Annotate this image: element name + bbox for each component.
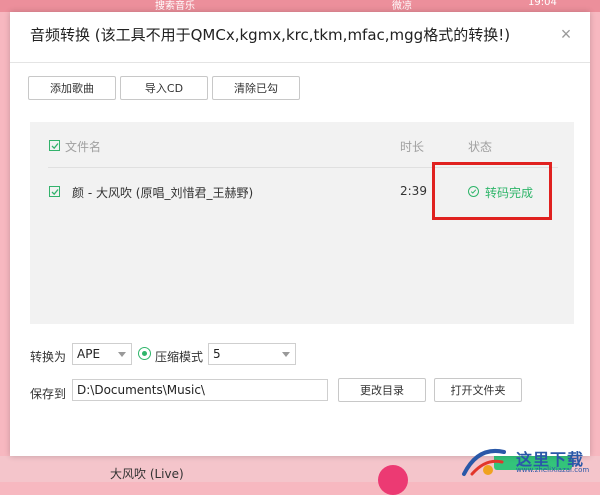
row-duration: 2:39 bbox=[400, 184, 427, 198]
header-filename: 文件名 bbox=[65, 140, 102, 154]
title-divider bbox=[10, 62, 590, 63]
compress-level-select[interactable]: 5 bbox=[208, 343, 296, 365]
row-checkbox[interactable] bbox=[49, 186, 60, 197]
compress-mode-label: 压缩模式 bbox=[155, 350, 204, 364]
select-all-checkbox[interactable] bbox=[49, 140, 60, 151]
check-icon bbox=[51, 143, 59, 150]
row-filename: 颜 - 大风吹 (原唱_刘惜君_王赫野) bbox=[72, 186, 254, 200]
audio-convert-dialog: 音频转换 (该工具不用于QMCx,kgmx,krc,tkm,mfac,mgg格式… bbox=[10, 12, 590, 456]
save-to-label: 保存到 bbox=[30, 387, 67, 401]
watermark-subtext: www.zheliXiazai.com bbox=[516, 466, 590, 474]
status-highlight-box bbox=[432, 162, 552, 220]
format-select-value: APE bbox=[77, 347, 101, 361]
save-path-input[interactable]: D:\Documents\Music\ bbox=[72, 379, 328, 401]
now-playing-title: 大风吹 (Live) bbox=[110, 467, 184, 481]
background-user-text: 微凉 bbox=[392, 1, 412, 12]
add-song-button[interactable]: 添加歌曲 bbox=[28, 76, 116, 100]
convert-to-label: 转换为 bbox=[30, 350, 67, 364]
close-icon[interactable]: × bbox=[556, 24, 576, 44]
header-duration: 时长 bbox=[400, 140, 425, 154]
background-play-button bbox=[378, 465, 408, 495]
background-time-text: 19:04 bbox=[528, 0, 557, 8]
background-search-text: 搜索音乐 bbox=[155, 1, 195, 12]
chevron-down-icon bbox=[118, 352, 126, 357]
change-dir-button[interactable]: 更改目录 bbox=[338, 378, 426, 402]
compress-level-value: 5 bbox=[213, 347, 221, 361]
file-list: 文件名 时长 状态 颜 - 大风吹 (原唱_刘惜君_王赫野) 2:39 转码完成 bbox=[30, 122, 574, 324]
check-icon bbox=[51, 189, 59, 196]
format-select[interactable]: APE bbox=[72, 343, 132, 365]
dialog-title: 音频转换 (该工具不用于QMCx,kgmx,krc,tkm,mfac,mgg格式… bbox=[30, 26, 511, 44]
background-app-header: 搜索音乐 微凉 19:04 bbox=[0, 0, 600, 12]
compress-mode-radio[interactable] bbox=[138, 347, 151, 360]
clear-checked-button[interactable]: 清除已勾 bbox=[212, 76, 300, 100]
header-status: 状态 bbox=[468, 140, 493, 154]
import-cd-button[interactable]: 导入CD bbox=[120, 76, 208, 100]
chevron-down-icon bbox=[282, 352, 290, 357]
open-folder-button[interactable]: 打开文件夹 bbox=[434, 378, 522, 402]
